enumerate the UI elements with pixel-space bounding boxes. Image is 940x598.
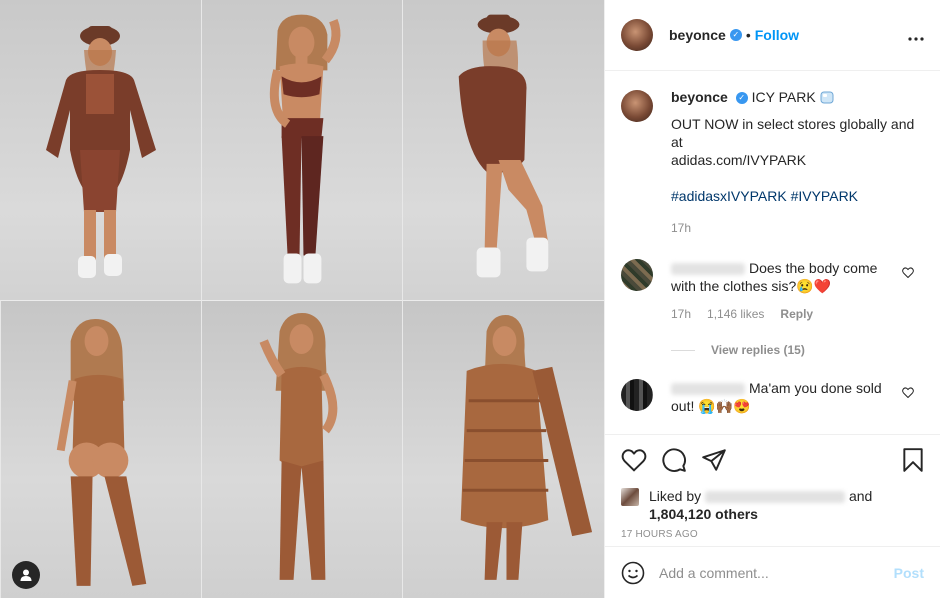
photo-tile (0, 0, 201, 300)
view-replies-label[interactable]: View replies (15) (711, 343, 805, 357)
comment-emoji: 😢❤️ (796, 278, 832, 294)
comment-like-icon[interactable] (902, 385, 914, 401)
avatar[interactable] (621, 259, 653, 291)
bookmark-save-icon[interactable] (902, 447, 924, 473)
avatar[interactable] (621, 379, 653, 411)
follow-button[interactable]: Follow (755, 27, 799, 43)
comment-item: Ma'am you done sold out! 😭🙌🏾😍 (621, 379, 924, 415)
user-icon (20, 569, 32, 581)
photo-tile (0, 300, 201, 598)
separator-dot: • (745, 27, 751, 43)
comment-time: 17h (671, 307, 692, 321)
avatar[interactable] (621, 19, 653, 51)
model-figure (56, 318, 147, 586)
verified-badge-icon: ✓ (735, 92, 748, 105)
liked-by: Liked by and 1,804,120 others (621, 487, 924, 523)
model-figure (269, 14, 341, 284)
comment-meta: 17h 1,146 likes Reply (671, 305, 899, 323)
add-comment-input[interactable] (659, 564, 894, 581)
comment-bubble-icon[interactable] (661, 447, 687, 473)
comment-likes[interactable]: 1,146 likes (707, 305, 764, 323)
tagged-users-button[interactable] (12, 561, 40, 589)
caption-username[interactable]: beyonce (671, 89, 728, 105)
view-replies-button[interactable]: View replies (15) (671, 343, 924, 357)
comment-body: Ma'am you done sold out! 😭🙌🏾😍 (671, 379, 899, 415)
blurred-liker-name[interactable] (705, 491, 846, 504)
emoji-smiley-icon[interactable] (621, 561, 645, 585)
reply-button[interactable]: Reply (780, 305, 813, 323)
comment-body: Does the body come with the clothes sis?… (671, 259, 899, 323)
photo-tile (201, 0, 402, 300)
post-timestamp[interactable]: 17 HOURS AGO (621, 529, 924, 540)
more-options-icon[interactable] (908, 25, 924, 46)
caption-link[interactable]: adidas.com/IVYPARK (671, 151, 924, 169)
post-comment-button[interactable]: Post (894, 565, 924, 581)
comment-like-icon[interactable] (902, 265, 914, 281)
photo-tile (402, 300, 604, 598)
model-figure (46, 26, 156, 278)
liked-by-prefix: Liked by (649, 488, 702, 504)
caption-hashtags[interactable]: #adidasxIVYPARK #IVYPARK (671, 187, 924, 205)
caption-time: 17h (671, 221, 692, 235)
avatar[interactable] (621, 90, 653, 122)
model-figure (458, 14, 549, 278)
model-figure (460, 314, 593, 580)
share-send-icon[interactable] (701, 448, 727, 472)
add-comment-bar: Post (605, 546, 940, 598)
post-header: beyonce ✓ • Follow (605, 0, 940, 71)
ice-cube-icon (820, 89, 834, 105)
caption-title: ICY PARK (751, 89, 816, 105)
verified-badge-icon: ✓ (729, 29, 742, 41)
action-icons (621, 445, 924, 475)
liked-by-text: Liked by and 1,804,120 others (649, 487, 872, 523)
photo-tile (201, 300, 402, 598)
divider-line (671, 349, 695, 351)
caption: beyonce ✓ ICY PARK OUT NOW in select sto… (621, 88, 924, 237)
comment-emoji: 😭🙌🏾😍 (698, 398, 751, 414)
comment-item: Does the body come with the clothes sis?… (621, 259, 924, 323)
header-username[interactable]: beyonce (669, 27, 726, 43)
photo-tile (402, 0, 604, 300)
blurred-username[interactable] (671, 263, 745, 276)
caption-line: OUT NOW in select stores globally and at (671, 116, 915, 150)
liker-avatar[interactable] (621, 488, 639, 506)
post-sidebar: beyonce ✓ • Follow beyonce ✓ ICY PARK OU… (604, 0, 940, 598)
post-actions: Liked by and 1,804,120 others 17 HOURS A… (605, 434, 940, 546)
model-figure (259, 313, 338, 580)
post-image[interactable] (0, 0, 604, 598)
like-heart-icon[interactable] (621, 448, 647, 472)
caption-body: beyonce ✓ ICY PARK OUT NOW in select sto… (671, 88, 924, 237)
likes-count[interactable]: 1,804,120 others (649, 506, 758, 522)
blurred-username[interactable] (671, 383, 745, 396)
liked-by-and: and (848, 488, 873, 504)
comments-section: beyonce ✓ ICY PARK OUT NOW in select sto… (605, 72, 940, 434)
